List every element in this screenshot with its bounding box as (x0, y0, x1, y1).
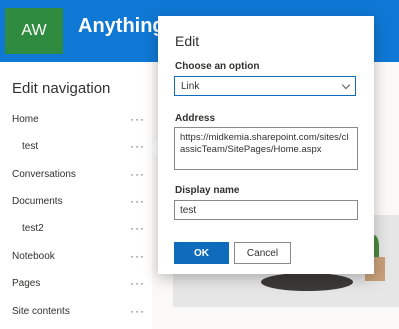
nav-item-home[interactable]: Home ··· (0, 109, 152, 133)
option-dropdown[interactable]: Link (174, 76, 356, 96)
nav-item-label: Notebook (12, 251, 55, 262)
more-options-icon[interactable]: ··· (130, 194, 145, 208)
chevron-down-icon (341, 80, 351, 90)
nav-item-label: test (22, 141, 39, 152)
cancel-button[interactable]: Cancel (234, 242, 291, 264)
nav-item-pages[interactable]: Pages ··· (0, 273, 152, 297)
nav-item-label: Conversations (12, 169, 76, 180)
address-field[interactable]: https://midkemia.sharepoint.com/sites/cl… (174, 127, 358, 170)
nav-item-site-contents[interactable]: Site contents ··· (0, 301, 152, 325)
site-logo-avatar[interactable]: AW (5, 8, 63, 54)
more-options-icon[interactable]: ··· (130, 167, 145, 181)
choose-option-label: Choose an option (175, 61, 260, 72)
nav-item-label: test2 (22, 223, 44, 234)
display-name-field[interactable]: test (174, 200, 358, 220)
more-options-icon[interactable]: ··· (130, 139, 145, 153)
more-options-icon[interactable]: ··· (130, 221, 145, 235)
more-options-icon[interactable]: ··· (130, 276, 145, 290)
ok-button[interactable]: OK (174, 242, 229, 264)
nav-item-test2[interactable]: test2 ··· (0, 218, 152, 242)
option-dropdown-value: Link (181, 81, 200, 92)
nav-item-notebook[interactable]: Notebook ··· (0, 246, 152, 270)
more-options-icon[interactable]: ··· (130, 304, 145, 318)
nav-item-label: Pages (12, 278, 41, 289)
edit-navigation-panel: Edit navigation Home ··· test ··· Conver… (0, 62, 152, 329)
nav-item-label: Home (12, 114, 39, 125)
nav-item-label: Site contents (12, 306, 70, 317)
nav-item-conversations[interactable]: Conversations ··· (0, 164, 152, 188)
display-name-label: Display name (175, 185, 240, 196)
panel-title: Edit navigation (12, 80, 111, 97)
address-label: Address (175, 113, 216, 124)
nav-item-test[interactable]: test ··· (0, 136, 152, 160)
dialog-title: Edit (175, 33, 200, 49)
avatar-initials: AW (21, 22, 47, 39)
more-options-icon[interactable]: ··· (130, 249, 145, 263)
edit-link-dialog: Edit Choose an option Link Address https… (158, 16, 374, 274)
display-name-value: test (180, 205, 197, 216)
illustration-shape (261, 273, 353, 291)
nav-item-documents[interactable]: Documents ··· (0, 191, 152, 215)
nav-item-label: Documents (12, 196, 63, 207)
more-options-icon[interactable]: ··· (130, 112, 145, 126)
